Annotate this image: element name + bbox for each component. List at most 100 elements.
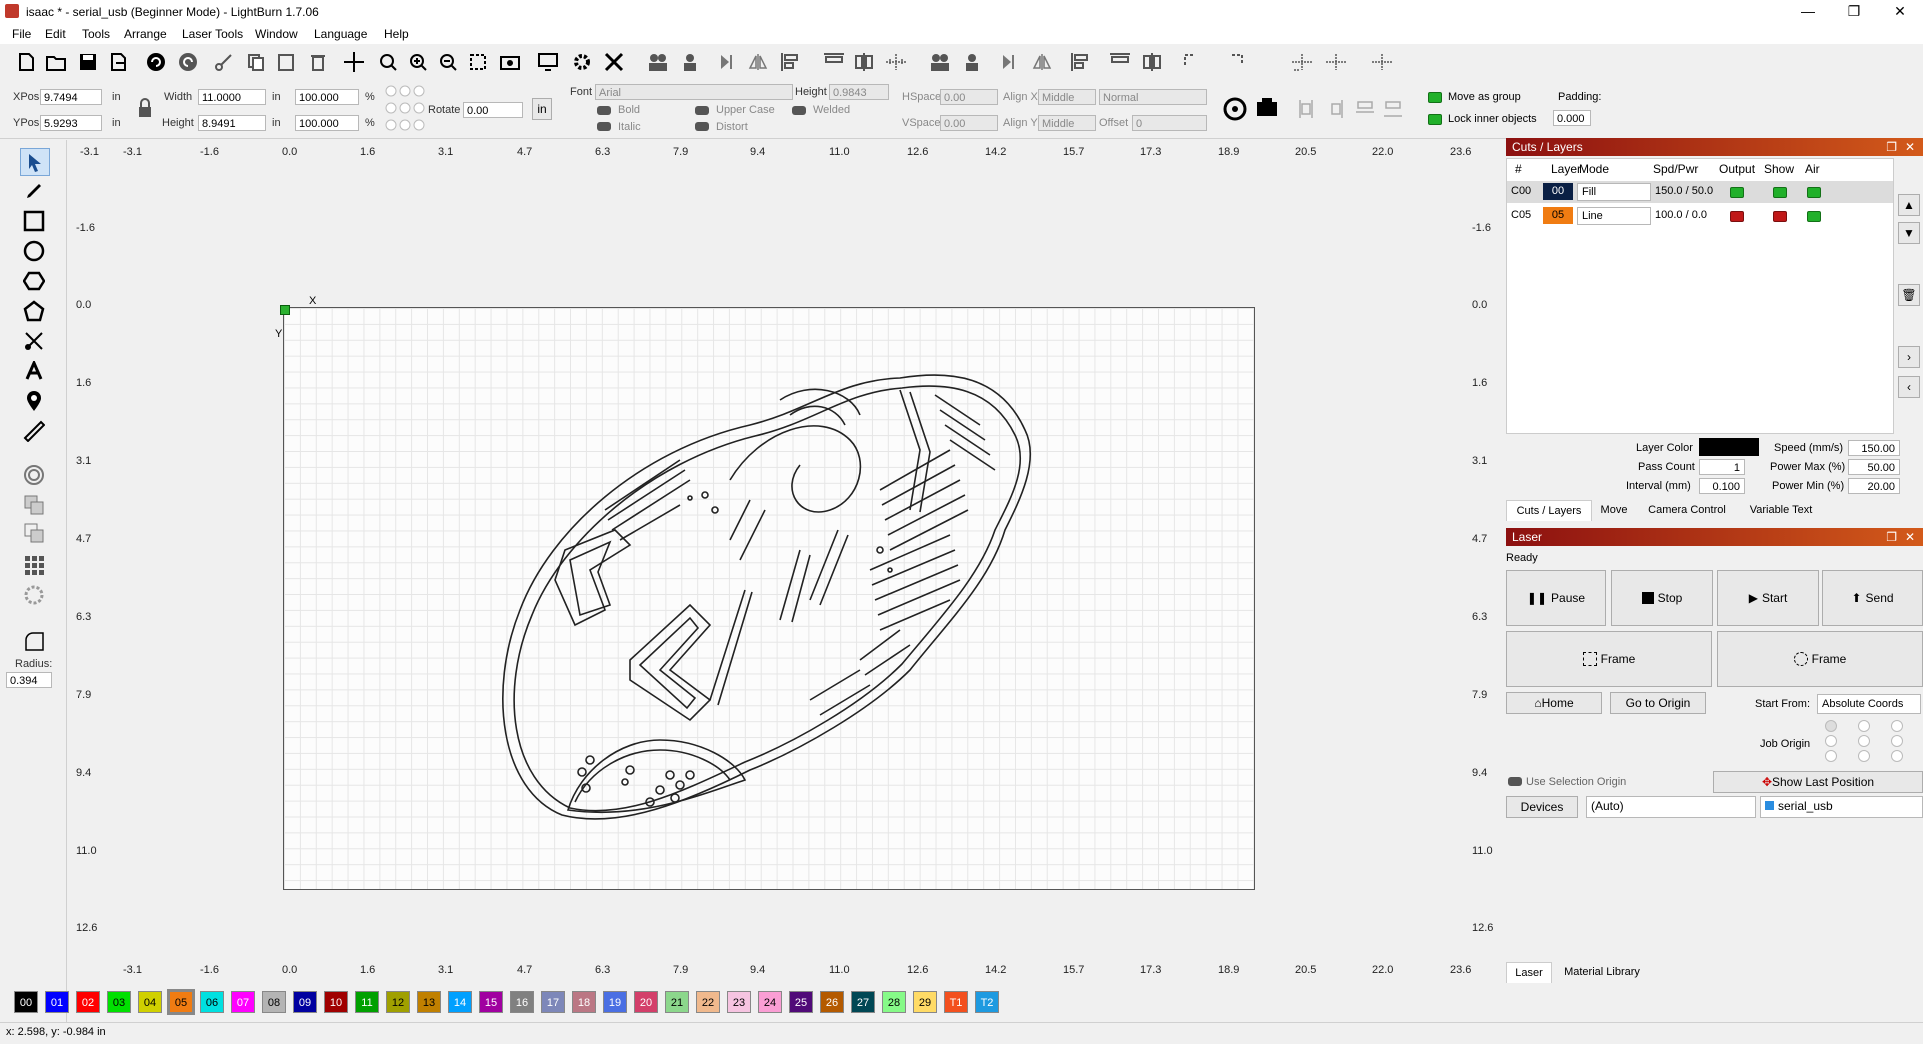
laser-preview-icon[interactable] bbox=[1222, 96, 1248, 122]
layer-row-c05[interactable]: C05 05 Line 100.0 / 0.0 bbox=[1507, 205, 1893, 227]
align-top-icon[interactable] bbox=[822, 50, 846, 74]
collapse-left-icon[interactable]: ‹ bbox=[1898, 376, 1920, 398]
unit-toggle-button[interactable]: in bbox=[532, 98, 552, 120]
mirror-vertical-icon[interactable] bbox=[1030, 50, 1054, 74]
save-icon[interactable] bbox=[76, 50, 100, 74]
ungroup-icon[interactable] bbox=[678, 50, 702, 74]
frame-selection-icon[interactable] bbox=[466, 50, 490, 74]
palette-swatch-29[interactable]: 29 bbox=[913, 991, 937, 1013]
interval-input[interactable]: 0.100 bbox=[1699, 478, 1745, 494]
home-button[interactable]: ⌂ Home bbox=[1506, 692, 1602, 714]
palette-swatch-26[interactable]: 26 bbox=[820, 991, 844, 1013]
palette-swatch-01[interactable]: 01 bbox=[45, 991, 69, 1013]
menu-arrange[interactable]: Arrange bbox=[124, 27, 167, 41]
offset-shapes-icon[interactable] bbox=[20, 462, 48, 488]
offset-input[interactable]: 0 bbox=[1132, 115, 1207, 131]
alignx-select[interactable]: Middle bbox=[1038, 89, 1096, 105]
align-left-icon[interactable] bbox=[778, 50, 802, 74]
palette-swatch-02[interactable]: 02 bbox=[76, 991, 100, 1013]
start-from-select[interactable]: Absolute Coords bbox=[1817, 694, 1921, 714]
distribute-tools-icon[interactable] bbox=[1298, 98, 1408, 120]
send-button[interactable]: ⬆ Send bbox=[1822, 570, 1923, 626]
tab-camera-control[interactable]: Camera Control bbox=[1640, 500, 1734, 520]
new-file-icon[interactable] bbox=[14, 50, 38, 74]
stop-button[interactable]: Stop bbox=[1611, 570, 1713, 626]
go-to-origin-button[interactable]: Go to Origin bbox=[1610, 692, 1706, 714]
settings-gear-icon[interactable] bbox=[570, 50, 594, 74]
position-marker-icon[interactable] bbox=[20, 388, 48, 414]
power-min-input[interactable]: 20.00 bbox=[1848, 478, 1900, 494]
align-center-v-icon[interactable] bbox=[852, 50, 876, 74]
show-toggle[interactable] bbox=[1773, 187, 1787, 198]
move-up-icon[interactable]: ▲ bbox=[1898, 194, 1920, 216]
move-group-toggle[interactable] bbox=[1428, 92, 1442, 103]
menu-file[interactable]: File bbox=[12, 27, 31, 41]
float-icon[interactable]: ❐ bbox=[1886, 138, 1897, 156]
dock-center-icon[interactable] bbox=[1324, 50, 1348, 74]
font-select[interactable]: Arial bbox=[595, 84, 793, 100]
frame-rect-button[interactable]: Frame bbox=[1506, 631, 1712, 687]
palette-swatch-11[interactable]: 11 bbox=[355, 991, 379, 1013]
dock-left-icon[interactable] bbox=[1290, 50, 1314, 74]
redo-icon[interactable] bbox=[176, 50, 200, 74]
menu-tools[interactable]: Tools bbox=[82, 27, 110, 41]
palette-swatch-09[interactable]: 09 bbox=[293, 991, 317, 1013]
palette-swatch-15[interactable]: 15 bbox=[479, 991, 503, 1013]
tab-move[interactable]: Move bbox=[1592, 500, 1636, 520]
palette-swatch-12[interactable]: 12 bbox=[386, 991, 410, 1013]
radius-input[interactable]: 0.394 bbox=[6, 672, 52, 688]
palette-swatch-T1[interactable]: T1 bbox=[944, 991, 968, 1013]
move-down-icon[interactable]: ▼ bbox=[1898, 222, 1920, 244]
laser-machine-icon[interactable] bbox=[1254, 96, 1280, 122]
palette-swatch-03[interactable]: 03 bbox=[107, 991, 131, 1013]
person-icon[interactable] bbox=[960, 50, 984, 74]
flip-horizontal-icon[interactable] bbox=[716, 50, 740, 74]
palette-swatch-22[interactable]: 22 bbox=[696, 991, 720, 1013]
panel-close-icon[interactable]: ✕ bbox=[1905, 528, 1915, 546]
tab-material-library[interactable]: Material Library bbox=[1552, 962, 1652, 982]
output-toggle[interactable] bbox=[1730, 211, 1744, 222]
corner-radius-icon[interactable] bbox=[20, 628, 48, 654]
device-select[interactable]: serial_usb bbox=[1760, 796, 1923, 818]
weld-icon[interactable] bbox=[928, 50, 952, 74]
measure-icon[interactable] bbox=[20, 418, 48, 444]
palette-swatch-08[interactable]: 08 bbox=[262, 991, 286, 1013]
move-to-corner-icon[interactable] bbox=[1180, 50, 1204, 74]
lock-aspect-icon[interactable] bbox=[136, 97, 154, 119]
ellipse-icon[interactable] bbox=[20, 238, 48, 264]
vspace-input[interactable]: 0.00 bbox=[940, 115, 998, 131]
aligny-select[interactable]: Middle bbox=[1038, 115, 1096, 131]
pen-icon[interactable] bbox=[20, 178, 48, 204]
pentagon-icon[interactable] bbox=[20, 298, 48, 324]
palette-swatch-28[interactable]: 28 bbox=[882, 991, 906, 1013]
palette-swatch-05[interactable]: 05 bbox=[167, 989, 195, 1015]
mirror-icon[interactable] bbox=[998, 50, 1022, 74]
show-last-position-button[interactable]: ✥ Show Last Position bbox=[1713, 771, 1923, 793]
restore-button[interactable]: ❐ bbox=[1831, 0, 1877, 24]
panel-close-icon[interactable]: ✕ bbox=[1905, 138, 1915, 156]
boolean-union-icon[interactable] bbox=[20, 492, 48, 518]
float-icon[interactable]: ❐ bbox=[1886, 528, 1897, 546]
layer-row-c00[interactable]: C00 00 Fill 150.0 / 50.0 bbox=[1507, 181, 1893, 203]
palette-swatch-06[interactable]: 06 bbox=[200, 991, 224, 1013]
output-toggle[interactable] bbox=[1730, 187, 1744, 198]
polygon-icon[interactable] bbox=[20, 268, 48, 294]
delete-icon[interactable] bbox=[306, 50, 330, 74]
lock-inner-toggle[interactable] bbox=[1428, 114, 1442, 125]
palette-swatch-16[interactable]: 16 bbox=[510, 991, 534, 1013]
open-folder-icon[interactable] bbox=[44, 50, 68, 74]
machine-settings-icon[interactable] bbox=[602, 50, 626, 74]
devices-button[interactable]: Devices bbox=[1506, 796, 1578, 818]
circular-array-icon[interactable] bbox=[20, 582, 48, 608]
cut-icon[interactable] bbox=[212, 50, 236, 74]
palette-swatch-24[interactable]: 24 bbox=[758, 991, 782, 1013]
layer-color-swatch[interactable] bbox=[1699, 438, 1759, 456]
mode-select[interactable]: Line bbox=[1577, 207, 1651, 225]
air-toggle[interactable] bbox=[1807, 211, 1821, 222]
palette-swatch-10[interactable]: 10 bbox=[324, 991, 348, 1013]
palette-swatch-17[interactable]: 17 bbox=[541, 991, 565, 1013]
align-bottom-icon[interactable] bbox=[1068, 50, 1092, 74]
xpos-input[interactable]: 9.7494 bbox=[40, 89, 102, 105]
move-to-corner2-icon[interactable] bbox=[1228, 50, 1252, 74]
height-input[interactable]: 8.9491 bbox=[198, 115, 266, 131]
